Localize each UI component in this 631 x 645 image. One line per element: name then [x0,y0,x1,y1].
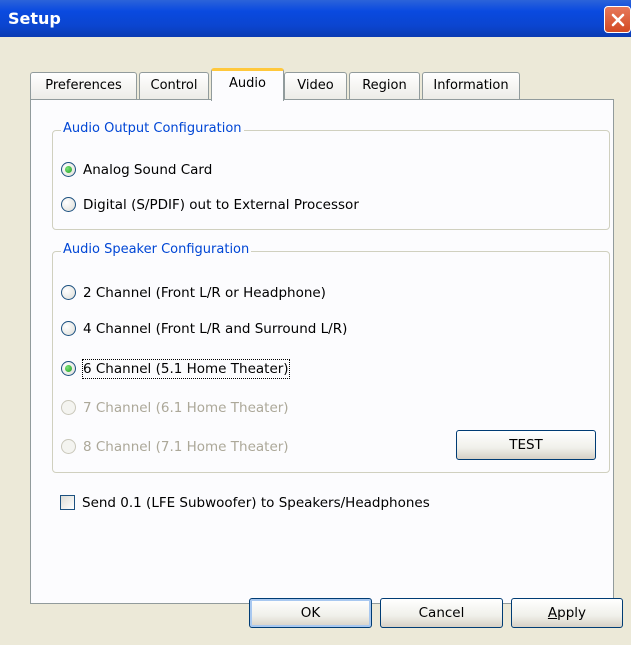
radio-icon [61,197,76,212]
radio-icon [61,321,76,336]
tab-region[interactable]: Region [349,72,420,100]
radio-selected-dot [65,365,72,372]
output-config-legend: Audio Output Configuration [61,121,244,136]
radio-icon [61,439,76,454]
radio-icon [61,361,76,376]
close-icon [611,13,625,27]
radio-icon [61,285,76,300]
apply-button[interactable]: Apply [511,598,623,628]
ok-button[interactable]: OK [249,598,372,628]
tab-control[interactable]: Control [139,72,209,100]
cancel-button[interactable]: Cancel [380,598,503,628]
8-channel-label: 8 Channel (7.1 Home Theater) [83,439,289,455]
speaker-config-group: Audio Speaker Configuration 2 Channel (F… [52,242,610,473]
setup-dialog: Setup Preferences Control Audio Video Re… [0,0,631,645]
4-channel-label: 4 Channel (Front L/R and Surround L/R) [83,321,348,337]
lfe-subwoofer-checkbox[interactable] [60,495,75,510]
radio-icon [61,162,76,177]
output-config-group: Audio Output Configuration Analog Sound … [52,121,610,230]
tab-preferences[interactable]: Preferences [30,72,137,100]
title-bar[interactable]: Setup [0,0,631,37]
tab-audio[interactable]: Audio [211,68,284,101]
radio-icon [61,400,76,415]
6-channel-label: 6 Channel (5.1 Home Theater) [82,359,290,379]
window-title: Setup [8,9,61,28]
7-channel-label: 7 Channel (6.1 Home Theater) [83,400,289,416]
radio-selected-dot [65,166,72,173]
analog-sound-card-label: Analog Sound Card [83,162,213,178]
tab-information[interactable]: Information [422,72,520,100]
2-channel-label: 2 Channel (Front L/R or Headphone) [83,285,326,301]
tab-video[interactable]: Video [284,72,347,100]
test-button[interactable]: TEST [456,430,596,460]
speaker-config-legend: Audio Speaker Configuration [61,242,252,257]
digital-spdif-label: Digital (S/PDIF) out to External Process… [83,197,359,213]
close-button[interactable] [604,6,631,33]
lfe-subwoofer-label: Send 0.1 (LFE Subwoofer) to Speakers/Hea… [82,495,430,511]
